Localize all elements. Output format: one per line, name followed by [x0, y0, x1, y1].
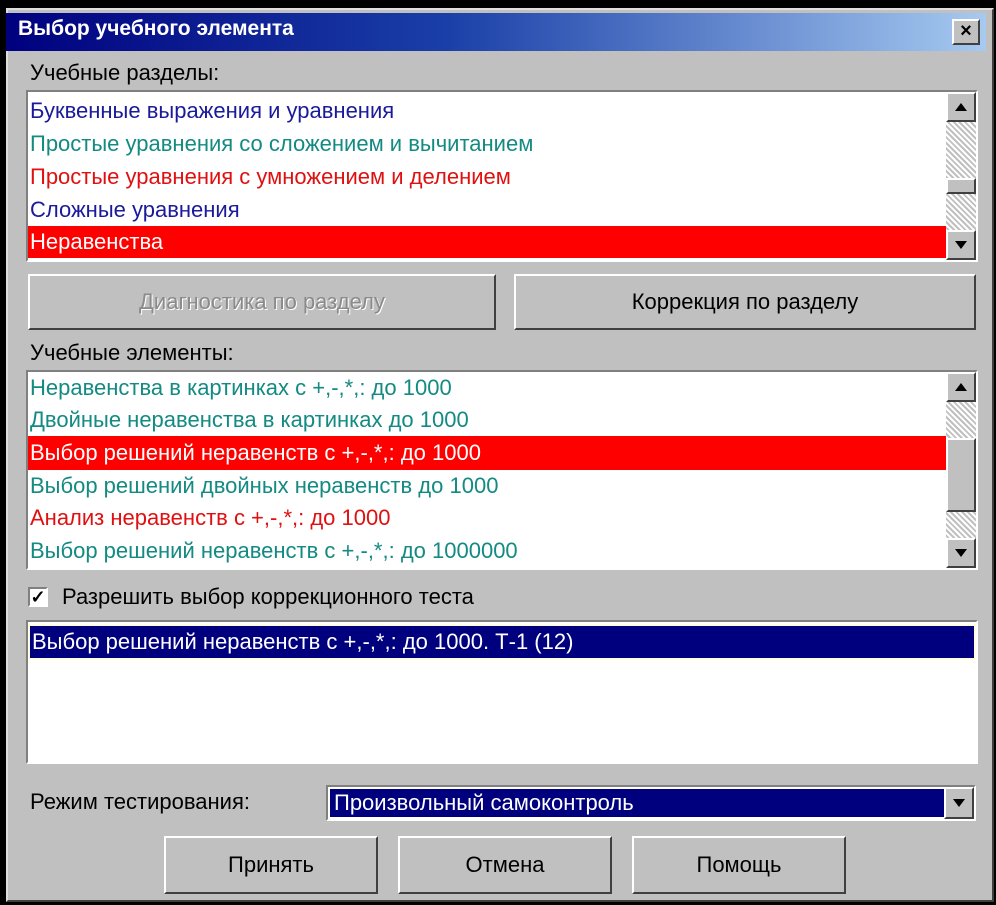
triangle-down-icon — [955, 241, 967, 249]
mode-label: Режим тестирования: — [30, 789, 250, 814]
accept-button[interactable]: Принять — [164, 836, 378, 894]
element-item-selected[interactable]: Выбор решений неравенств с +,-,*,: до 10… — [28, 436, 948, 470]
triangle-down-icon — [955, 549, 967, 557]
element-item[interactable]: Выбор решений неравенств с +,-,*,: до 10… — [28, 534, 948, 568]
element-item[interactable]: Выбор решений двойных неравенств до 1000 — [28, 470, 948, 502]
test-item-selected[interactable]: Выбор решений неравенств с +,-,*,: до 10… — [29, 625, 975, 659]
mode-select-value: Произвольный самоконтроль — [329, 788, 945, 818]
section-item-selected[interactable]: Неравенства — [28, 226, 948, 258]
correction-button[interactable]: Коррекция по разделу — [514, 274, 976, 330]
section-item[interactable]: Буквенные выражения и уравнения — [28, 94, 948, 128]
chevron-down-icon — [953, 799, 965, 807]
check-icon: ✓ — [30, 587, 46, 607]
cancel-button[interactable]: Отмена — [398, 836, 612, 894]
scroll-down-button[interactable] — [946, 538, 976, 568]
section-item[interactable]: Сложные уравнения — [28, 193, 948, 227]
allow-correction-checkbox[interactable]: ✓ — [28, 587, 48, 607]
close-button[interactable]: × — [952, 19, 980, 45]
elements-label: Учебные элементы: — [30, 340, 234, 365]
scroll-thumb[interactable] — [946, 178, 976, 194]
allow-correction-label[interactable]: Разрешить выбор коррекционного теста — [62, 584, 474, 610]
scroll-up-button[interactable] — [946, 372, 976, 402]
elements-listbox[interactable]: Неравенства в картинках с +,-,*,: до 100… — [26, 370, 978, 570]
element-item[interactable]: Двойные неравенства в картинках до 1000 — [28, 404, 948, 436]
scroll-down-button[interactable] — [946, 230, 976, 260]
triangle-up-icon — [955, 383, 967, 391]
sections-label: Учебные разделы: — [30, 60, 220, 85]
help-button[interactable]: Помощь — [632, 836, 846, 894]
section-item[interactable]: Простые уравнения с умножением и деление… — [28, 160, 948, 194]
close-icon: × — [960, 20, 972, 42]
triangle-up-icon — [955, 103, 967, 111]
elements-scrollbar[interactable] — [946, 372, 976, 568]
title-bar[interactable]: Выбор учебного элемента × — [6, 13, 986, 51]
diagnostics-button[interactable]: Диагностика по разделу — [28, 274, 496, 330]
scroll-up-button[interactable] — [946, 92, 976, 122]
window-title: Выбор учебного элемента — [18, 17, 294, 40]
tests-listbox[interactable]: Выбор решений неравенств с +,-,*,: до 10… — [26, 620, 978, 764]
element-item[interactable]: Анализ неравенств с +,-,*,: до 1000 — [28, 502, 948, 534]
section-item[interactable]: Простые уравнения со сложением и вычитан… — [28, 127, 948, 161]
mode-dropdown-button[interactable] — [944, 787, 974, 819]
mode-select[interactable]: Произвольный самоконтроль — [326, 785, 976, 821]
sections-scrollbar[interactable] — [946, 92, 976, 260]
scroll-thumb[interactable] — [946, 438, 976, 512]
element-item[interactable]: Неравенства в картинках с +,-,*,: до 100… — [28, 372, 948, 404]
sections-listbox[interactable]: Буквенные выражения и уравнения Простые … — [26, 90, 978, 262]
